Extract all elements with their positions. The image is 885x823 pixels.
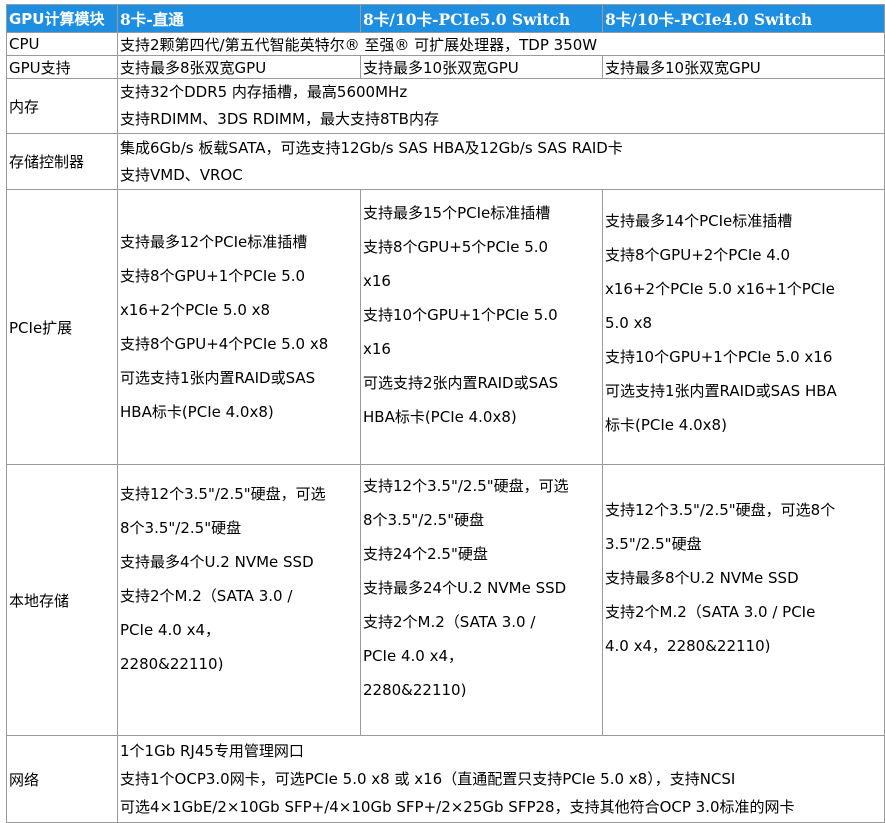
row-network: 网络 1个1Gb RJ45专用管理网口 支持1个OCP3.0网卡，可选PCIe … xyxy=(6,735,885,823)
header-pcie4-switch: 8卡/10卡-PCIe4.0 Switch xyxy=(602,4,885,33)
gpu-pcie5: 支持最多10张双宽GPU xyxy=(360,55,603,79)
memory-value: 支持32个DDR5 内存插槽，最高5600MHz 支持RDIMM、3DS RDI… xyxy=(117,78,885,134)
storage-pcie5: 支持12个3.5"/2.5"硬盘，可选 8个3.5"/2.5"硬盘 支持24个2… xyxy=(360,464,603,736)
storage-line: PCIe 4.0 x4， xyxy=(120,621,220,639)
pcie-line: x16+2个PCIe 5.0 x8 xyxy=(120,301,271,319)
storage-controller-value: 集成6Gb/s 板载SATA，可选支持12Gb/s SAS HBA及12Gb/s… xyxy=(117,133,885,190)
pcie-line: 支持8个GPU+5个PCIe 5.0 xyxy=(363,238,549,256)
storage-line: PCIe 4.0 x4， xyxy=(363,647,463,665)
row-memory: 内存 支持32个DDR5 内存插槽，最高5600MHz 支持RDIMM、3DS … xyxy=(6,78,885,134)
pcie-line: 可选支持1张内置RAID或SAS HBA xyxy=(605,382,837,400)
header-row: GPU计算模块 8卡-直通 8卡/10卡-PCIe5.0 Switch 8卡/1… xyxy=(6,4,885,33)
pcie-direct: 支持最多12个PCIe标准插槽 支持8个GPU+1个PCIe 5.0 x16+2… xyxy=(117,189,361,465)
storage-line: 支持24个2.5"硬盘 xyxy=(363,545,488,563)
storage-line: 支持12个3.5"/2.5"硬盘，可选 xyxy=(120,485,326,503)
storage-direct: 支持12个3.5"/2.5"硬盘，可选 8个3.5"/2.5"硬盘 支持最多4个… xyxy=(117,464,361,736)
pcie-line: 支持最多14个PCIe标准插槽 xyxy=(605,212,793,230)
pcie-line: x16 xyxy=(363,272,391,290)
network-value: 1个1Gb RJ45专用管理网口 支持1个OCP3.0网卡，可选PCIe 5.0… xyxy=(117,735,885,823)
pcie-line: 支持10个GPU+1个PCIe 5.0 xyxy=(363,306,558,324)
row-label-cpu: CPU xyxy=(6,32,118,56)
storage-line: 2280&22110) xyxy=(120,655,224,673)
pcie-line: 支持10个GPU+1个PCIe 5.0 x16 xyxy=(605,348,833,366)
gpu-pcie4: 支持最多10张双宽GPU xyxy=(602,55,885,79)
pcie-line: 标卡(PCIe 4.0x8) xyxy=(605,416,727,434)
pcie-line: x16+2个PCIe 5.0 x16+1个PCIe xyxy=(605,280,835,298)
pcie-pcie4: 支持最多14个PCIe标准插槽 支持8个GPU+2个PCIe 4.0 x16+2… xyxy=(602,189,885,465)
row-label-storage-controller: 存储控制器 xyxy=(6,133,118,190)
memory-line: 支持RDIMM、3DS RDIMM，最大支持8TB内存 xyxy=(120,110,439,128)
storage-line: 2280&22110) xyxy=(363,681,467,699)
pcie-line: 支持最多15个PCIe标准插槽 xyxy=(363,204,551,222)
row-label-pcie: PCIe扩展 xyxy=(6,189,118,465)
cpu-value: 支持2颗第四代/第五代智能英特尔® 至强® 可扩展处理器，TDP 350W xyxy=(117,32,885,56)
pcie-line: 5.0 x8 xyxy=(605,314,653,332)
pcie-line: x16 xyxy=(363,340,391,358)
pcie-line: 可选支持1张内置RAID或SAS xyxy=(120,369,316,387)
network-line: 支持1个OCP3.0网卡，可选PCIe 5.0 x8 或 x16（直通配置只支持… xyxy=(120,770,736,788)
row-label-network: 网络 xyxy=(6,735,118,823)
storage-pcie4: 支持12个3.5"/2.5"硬盘，可选8个 3.5"/2.5"硬盘 支持最多8个… xyxy=(602,464,885,736)
storage-line: 3.5"/2.5"硬盘 xyxy=(605,535,702,553)
storage-line: 支持12个3.5"/2.5"硬盘，可选8个 xyxy=(605,501,836,519)
row-label-memory: 内存 xyxy=(6,78,118,134)
header-module: GPU计算模块 xyxy=(6,4,118,33)
pcie-line: HBA标卡(PCIe 4.0x8) xyxy=(363,408,517,426)
pcie-line: 支持8个GPU+1个PCIe 5.0 xyxy=(120,267,306,285)
row-storage-controller: 存储控制器 集成6Gb/s 板载SATA，可选支持12Gb/s SAS HBA及… xyxy=(6,133,885,190)
header-pcie5-switch: 8卡/10卡-PCIe5.0 Switch xyxy=(360,4,603,33)
storage-line: 支持2个M.2（SATA 3.0 / xyxy=(120,587,293,605)
storage-line: 支持2个M.2（SATA 3.0 / PCIe xyxy=(605,603,816,621)
gpu-direct: 支持最多8张双宽GPU xyxy=(117,55,361,79)
storage-line: 支持最多24个U.2 NVMe SSD xyxy=(363,579,567,597)
storage-line: 4.0 x4，2280&22110) xyxy=(605,637,771,655)
spec-table: GPU计算模块 8卡-直通 8卡/10卡-PCIe5.0 Switch 8卡/1… xyxy=(6,4,885,823)
storage-line: 8个3.5"/2.5"硬盘 xyxy=(363,511,485,529)
pcie-line: 支持8个GPU+4个PCIe 5.0 x8 xyxy=(120,335,329,353)
row-pcie: PCIe扩展 支持最多12个PCIe标准插槽 支持8个GPU+1个PCIe 5.… xyxy=(6,189,885,465)
storage-line: 支持最多8个U.2 NVMe SSD xyxy=(605,569,799,587)
pcie-line: HBA标卡(PCIe 4.0x8) xyxy=(120,403,274,421)
storage-line: 支持12个3.5"/2.5"硬盘，可选 xyxy=(363,477,569,495)
controller-line: 集成6Gb/s 板载SATA，可选支持12Gb/s SAS HBA及12Gb/s… xyxy=(120,138,623,157)
storage-line: 支持最多4个U.2 NVMe SSD xyxy=(120,553,314,571)
network-line: 1个1Gb RJ45专用管理网口 xyxy=(120,742,304,760)
header-direct: 8卡-直通 xyxy=(117,4,361,33)
controller-line: 支持VMD、VROC xyxy=(120,165,243,184)
memory-line: 支持32个DDR5 内存插槽，最高5600MHz xyxy=(120,83,408,101)
pcie-pcie5: 支持最多15个PCIe标准插槽 支持8个GPU+5个PCIe 5.0 x16 支… xyxy=(360,189,603,465)
storage-line: 支持2个M.2（SATA 3.0 / xyxy=(363,613,536,631)
pcie-line: 可选支持2张内置RAID或SAS xyxy=(363,374,559,392)
pcie-line: 支持最多12个PCIe标准插槽 xyxy=(120,233,308,251)
row-label-gpu: GPU支持 xyxy=(6,55,118,79)
network-line: 可选4×1GbE/2×10Gb SFP+/4×10Gb SFP+/2×25Gb … xyxy=(120,798,795,816)
storage-line: 8个3.5"/2.5"硬盘 xyxy=(120,519,242,537)
row-local-storage: 本地存储 支持12个3.5"/2.5"硬盘，可选 8个3.5"/2.5"硬盘 支… xyxy=(6,464,885,736)
row-cpu: CPU 支持2颗第四代/第五代智能英特尔® 至强® 可扩展处理器，TDP 350… xyxy=(6,32,885,56)
pcie-line: 支持8个GPU+2个PCIe 4.0 xyxy=(605,246,791,264)
row-gpu: GPU支持 支持最多8张双宽GPU 支持最多10张双宽GPU 支持最多10张双宽… xyxy=(6,55,885,79)
row-label-local-storage: 本地存储 xyxy=(6,464,118,736)
